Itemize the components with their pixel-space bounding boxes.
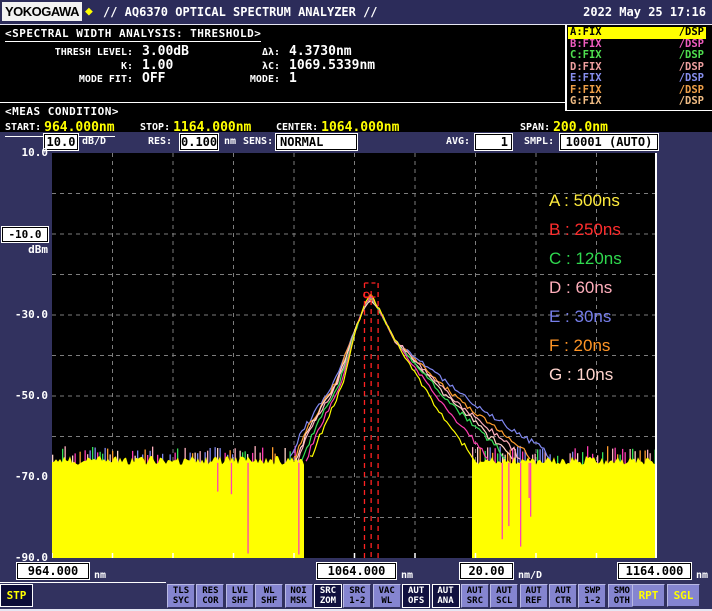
settings-row: 10.0 dB/D RES: 0.100 nm SENS: NORMAL AVG… bbox=[0, 132, 712, 153]
trace-disp-state: /DSP bbox=[679, 27, 704, 39]
softkey-aut-src[interactable]: AUTSRC bbox=[461, 584, 489, 608]
lambda-c-value: 1069.5339nm bbox=[289, 58, 375, 73]
softkey-noi-msk[interactable]: NOIMSK bbox=[285, 584, 313, 608]
sampling-label: SMPL: bbox=[524, 136, 554, 147]
trace-disp-state: /DSP bbox=[679, 73, 704, 85]
softkey-res-cor[interactable]: RESCOR bbox=[196, 584, 224, 608]
xaxis-start-box[interactable]: 964.000 bbox=[17, 563, 89, 579]
softkey-aut-ana[interactable]: AUTANA bbox=[432, 584, 460, 608]
datetime-display: 2022 May 25 17:16 bbox=[583, 5, 706, 19]
softkey-aut-scl[interactable]: AUTSCL bbox=[490, 584, 518, 608]
sweep-button-rpt[interactable]: RPT bbox=[632, 584, 665, 607]
legend-entry-G: G : 10ns bbox=[549, 360, 654, 389]
analysis-header: <SPECTRAL WIDTH ANALYSIS: THRESHOLD> bbox=[5, 27, 261, 42]
trace-status-C[interactable]: C:FIX/DSP bbox=[568, 50, 706, 62]
vertical-divider bbox=[565, 25, 567, 110]
osa-screen: YOKOGAWA ◆ // AQ6370 OPTICAL SPECTRUM AN… bbox=[0, 0, 712, 611]
legend-entry-A: A : 500ns bbox=[549, 186, 654, 215]
resolution-label: RES: bbox=[148, 136, 172, 147]
legend-entry-D: D : 60ns bbox=[549, 273, 654, 302]
softkey-lvl-shf[interactable]: LVLSHF bbox=[226, 584, 254, 608]
yaxis-label-m30: -30.0 bbox=[0, 308, 48, 321]
softkey-src-1-2[interactable]: SRC1-2 bbox=[343, 584, 371, 608]
brand-diamond-icon: ◆ bbox=[85, 4, 93, 19]
softkey-aut-ctr[interactable]: AUTCTR bbox=[549, 584, 577, 608]
trace-status-list: A:FIX/DSPB:FIX/DSPC:FIX/DSPD:FIX/DSPE:FI… bbox=[568, 27, 706, 108]
xaxis-scale-box[interactable]: 20.00 bbox=[460, 563, 513, 579]
softkey-aut-ofs[interactable]: AUTOFS bbox=[402, 584, 430, 608]
app-title: // AQ6370 OPTICAL SPECTRUM ANALYZER // bbox=[103, 5, 378, 19]
yokogawa-logo: YOKOGAWA bbox=[2, 2, 82, 21]
xaxis-scale: 20.00nm/D bbox=[460, 563, 542, 582]
yaxis-label-10: 10.0 bbox=[0, 146, 48, 159]
title-bar: YOKOGAWA ◆ // AQ6370 OPTICAL SPECTRUM AN… bbox=[0, 0, 712, 25]
trace-status-E[interactable]: E:FIX/DSP bbox=[568, 73, 706, 85]
trace-id-mode: E:FIX bbox=[570, 73, 602, 85]
legend-entry-B: B : 250ns bbox=[549, 215, 654, 244]
analysis-left-column: THRESH LEVEL:3.00dB K:1.00 MODE FIT:OFF bbox=[0, 44, 189, 85]
trace-status-G[interactable]: G:FIX/DSP bbox=[568, 96, 706, 108]
xaxis-center-box[interactable]: 1064.000 bbox=[317, 563, 396, 579]
delta-lambda-label: Δλ: bbox=[228, 47, 280, 58]
yaxis-label-m70: -70.0 bbox=[0, 470, 48, 483]
k-label: K: bbox=[0, 61, 133, 72]
header-panel: <SPECTRAL WIDTH ANALYSIS: THRESHOLD> THR… bbox=[0, 25, 712, 132]
xaxis-center: 1064.000nm bbox=[317, 563, 413, 582]
resolution-box[interactable]: 0.100 bbox=[180, 134, 218, 150]
softkey-divider bbox=[0, 582, 166, 583]
trace-status-A[interactable]: A:FIX/DSP bbox=[568, 27, 706, 39]
sweep-button-stp[interactable]: STP bbox=[0, 584, 33, 607]
xaxis-stop-box[interactable]: 1164.000 bbox=[618, 563, 691, 579]
trace-id-mode: C:FIX bbox=[570, 50, 602, 62]
resolution-unit: nm bbox=[224, 136, 236, 147]
xaxis-start: 964.000nm bbox=[17, 563, 106, 582]
legend-entry-E: E : 30ns bbox=[549, 302, 654, 331]
trace-disp-state: /DSP bbox=[679, 50, 704, 62]
thresh-level-label: THRESH LEVEL: bbox=[0, 47, 133, 58]
trace-id-mode: G:FIX bbox=[570, 96, 602, 108]
sweep-button-sgl[interactable]: SGL bbox=[667, 584, 700, 607]
soft-key-row: TLSSYCRESCORLVLSHFWLSHFNOIMSKSRCZOMSRC1-… bbox=[0, 584, 712, 609]
yaxis-label-m50: -50.0 bbox=[0, 389, 48, 402]
average-label: AVG: bbox=[446, 136, 470, 147]
legend-entry-F: F : 20ns bbox=[549, 331, 654, 360]
lambda-c-label: λC: bbox=[228, 61, 280, 72]
softkey-aut-ref[interactable]: AUTREF bbox=[520, 584, 548, 608]
yaxis-unit: dBm bbox=[0, 243, 48, 256]
softkey-vac-wl[interactable]: VACWL bbox=[373, 584, 401, 608]
sensitivity-box[interactable]: NORMAL bbox=[276, 134, 357, 150]
horizontal-divider-left bbox=[0, 102, 566, 103]
average-box[interactable]: 1 bbox=[475, 134, 512, 150]
trace-disp-state: /DSP bbox=[679, 96, 704, 108]
sampling-box[interactable]: 10001 (AUTO) bbox=[560, 134, 658, 150]
mode-label: MODE: bbox=[228, 74, 280, 85]
softkey-tls-syc[interactable]: TLSSYC bbox=[167, 584, 195, 608]
mode-fit-value: OFF bbox=[142, 71, 165, 86]
trace-id-mode: A:FIX bbox=[570, 27, 602, 39]
softkey-wl-shf[interactable]: WLSHF bbox=[255, 584, 283, 608]
softkey-src-zom[interactable]: SRCZOM bbox=[314, 584, 342, 608]
indicator-keys: TLSSYCRESCORLVLSHFWLSHFNOIMSKSRCZOMSRC1-… bbox=[167, 584, 636, 608]
legend-entry-C: C : 120ns bbox=[549, 244, 654, 273]
mode-fit-label: MODE FIT: bbox=[0, 74, 133, 85]
mode-value: 1 bbox=[289, 71, 297, 86]
analysis-right-column: Δλ:4.3730nm λC:1069.5339nm MODE:1 bbox=[228, 44, 375, 85]
xaxis-row: 964.000nm 1064.000nm 20.00nm/D 1164.000n… bbox=[0, 563, 712, 582]
xaxis-stop: 1164.000nm bbox=[618, 563, 708, 582]
sensitivity-label: SENS: bbox=[243, 136, 273, 147]
pulse-width-legend: A : 500nsB : 250nsC : 120nsD : 60nsE : 3… bbox=[549, 186, 654, 389]
level-scale-box[interactable]: 10.0 bbox=[44, 134, 78, 150]
level-scale-unit: dB/D bbox=[82, 136, 106, 147]
softkey-swp-1-2[interactable]: SWP1-2 bbox=[578, 584, 606, 608]
ref-level-box[interactable]: -10.0 bbox=[2, 227, 48, 242]
horizontal-divider-right bbox=[565, 110, 712, 111]
